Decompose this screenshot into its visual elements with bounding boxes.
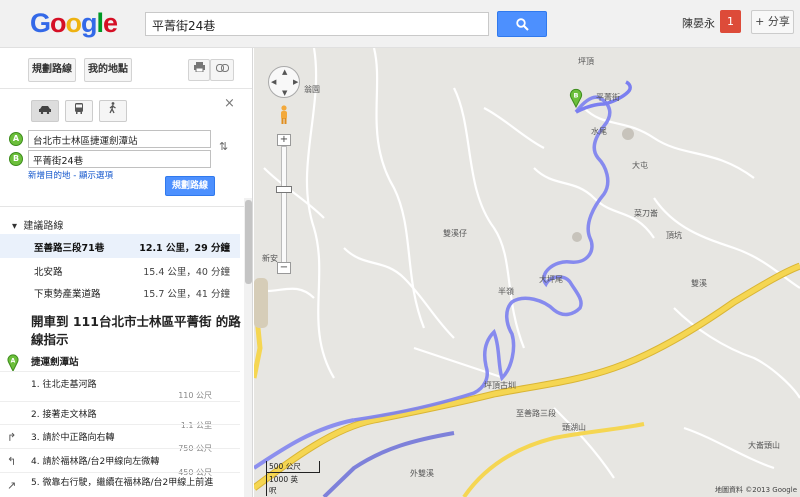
destination-pin-icon[interactable]: B xyxy=(569,88,583,108)
notification-badge[interactable]: 1 xyxy=(720,10,741,33)
pan-control[interactable]: ▲ ▼ ◀ ▶ xyxy=(268,66,300,98)
directions-title: 開車到 111台北市士林區平菁街 的路線指示 xyxy=(31,314,241,347)
walk-icon[interactable] xyxy=(99,100,127,122)
add-destination-link[interactable]: 新增目的地 - 顯示選項 xyxy=(28,169,113,181)
svg-text:B: B xyxy=(574,92,579,100)
slight-left-icon: ↰ xyxy=(7,455,17,468)
map-canvas[interactable]: 坪頂 平菁街 水尾 大屯 大坪尾 菜刀崙 雙溪仔 頂坑 半嶺 雙溪 頭湖山 新安… xyxy=(254,48,800,497)
route-option[interactable]: 至善路三段71巷 12.1 公里，29 分鐘 xyxy=(0,234,240,258)
map-label: 頭湖山 xyxy=(562,423,586,432)
map-label: 坪頂 xyxy=(578,57,594,66)
route-option[interactable]: 下東勢產業道路 15.7 公里，41 分鐘 xyxy=(0,280,240,304)
search-button[interactable] xyxy=(497,11,547,37)
map-label: 平菁街 xyxy=(596,93,620,102)
bus-icon[interactable] xyxy=(65,100,93,122)
swap-icon[interactable]: ⇅ xyxy=(219,140,228,153)
directions-panel: 規劃路線 我的地點 × A 台北市士林區捷運劍潭站 B 平菁街24巷 ⇅ 新增目… xyxy=(0,48,253,497)
start-pin-icon: A xyxy=(7,354,19,372)
map-label: 翁園 xyxy=(304,85,320,94)
keep-right-icon: ↗ xyxy=(7,479,17,492)
map-roads xyxy=(254,48,800,497)
start-location-input[interactable]: 台北市士林區捷運劍潭站 xyxy=(28,130,211,148)
car-icon[interactable] xyxy=(31,100,59,122)
get-directions-button[interactable]: 規劃路線 xyxy=(28,58,76,82)
zoom-in-button[interactable]: + xyxy=(277,134,291,146)
map-label: 新安 xyxy=(262,254,278,263)
direction-step[interactable]: ↗ 5. 微靠右行駛，繼續在福林路/台2甲線上前進 xyxy=(0,472,240,497)
close-icon[interactable]: × xyxy=(224,96,235,111)
start-location-label: 捷運劍潭站 xyxy=(31,357,79,368)
start-marker-icon: A xyxy=(9,132,23,146)
map-label: 大坪尾 xyxy=(539,275,563,284)
user-name[interactable]: 陳晏永 xyxy=(682,15,715,31)
map-label: 菜刀崙 xyxy=(634,209,658,218)
map-label: 坪頂古圳 xyxy=(484,381,516,390)
end-location-input[interactable]: 平菁街24巷 xyxy=(28,150,211,168)
search-input[interactable]: 平菁街24巷 xyxy=(145,12,489,36)
map-label: 水尾 xyxy=(591,127,607,136)
map-scale: 500 公尺 1000 英呎 xyxy=(266,461,320,496)
map-label: 大屯 xyxy=(632,161,648,170)
google-logo[interactable]: Google xyxy=(30,8,118,39)
route-option[interactable]: 北安路 15.4 公里，40 分鐘 xyxy=(0,258,240,282)
map-label: 大崙頭山 xyxy=(748,441,780,450)
map-label: 外雙溪 xyxy=(410,469,434,478)
zoom-slider[interactable] xyxy=(281,146,287,270)
turn-right-icon: ↱ xyxy=(7,431,17,444)
zoom-slider-thumb[interactable] xyxy=(276,186,292,193)
top-bar: Google 平菁街24巷 陳晏永 1 + 分享 xyxy=(0,0,800,48)
map-label: 雙溪仔 xyxy=(443,229,467,238)
zoom-out-button[interactable]: − xyxy=(277,262,291,274)
map-copyright: 地圖資料 ©2013 Google xyxy=(715,486,797,494)
map-label: 半嶺 xyxy=(498,287,514,296)
pegman-icon[interactable] xyxy=(279,105,289,125)
svg-text:A: A xyxy=(11,358,16,365)
printer-icon[interactable] xyxy=(188,59,210,81)
direction-step[interactable]: 1. 往北走基河路 110 公尺 xyxy=(0,371,240,401)
end-marker-icon: B xyxy=(9,152,23,166)
get-directions-submit-button[interactable]: 規劃路線 xyxy=(165,176,215,196)
search-icon xyxy=(516,18,529,31)
share-button[interactable]: + 分享 xyxy=(751,10,794,34)
link-icon[interactable] xyxy=(210,59,234,81)
suggested-routes-heading[interactable]: ▾ 建議路線 xyxy=(12,217,63,232)
map-label: 雙溪 xyxy=(691,279,707,288)
my-places-button[interactable]: 我的地點 xyxy=(84,58,132,82)
sidebar-scroll-thumb[interactable] xyxy=(245,200,252,284)
map-label: 頂坑 xyxy=(666,231,682,240)
map-label: 至善路三段 xyxy=(516,409,556,418)
